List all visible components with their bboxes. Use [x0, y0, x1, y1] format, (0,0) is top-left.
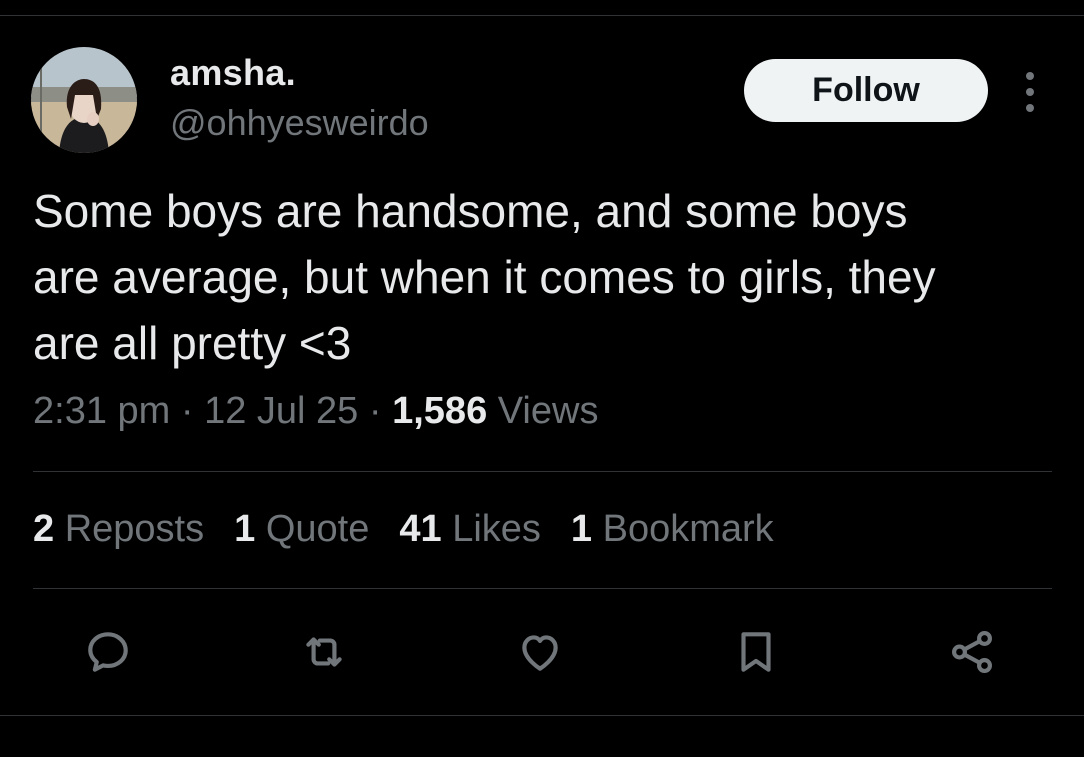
engagement-stats: 2 Reposts 1 Quote 41 Likes 1 Bookmark: [33, 508, 804, 551]
likes-label: Likes: [452, 508, 541, 550]
bookmark-button[interactable]: [726, 622, 786, 682]
user-handle[interactable]: @ohhyesweirdo: [170, 102, 429, 144]
meta-separator: ·: [358, 390, 393, 432]
repost-icon: [306, 637, 342, 667]
stats-top-divider: [33, 471, 1052, 472]
reposts-label: Reposts: [64, 508, 205, 550]
likes-count: 41: [399, 508, 442, 550]
display-name[interactable]: amsha.: [170, 52, 296, 94]
like-icon: [522, 635, 558, 671]
like-button[interactable]: [510, 622, 570, 682]
more-dot: [1026, 88, 1034, 96]
tweet-date[interactable]: 12 Jul 25: [204, 390, 358, 432]
bookmarks-label: Bookmark: [602, 508, 774, 550]
tweet-text: Some boys are handsome, and some boys ar…: [33, 185, 936, 369]
meta-separator: ·: [170, 390, 205, 432]
views-label: Views: [497, 390, 599, 432]
share-icon: [952, 630, 992, 674]
reply-button[interactable]: [78, 622, 138, 682]
actions-top-divider: [33, 588, 1052, 589]
bottom-divider: [0, 715, 1084, 716]
quotes-label: Quote: [265, 508, 370, 550]
avatar[interactable]: [31, 47, 137, 153]
action-bar: [0, 622, 1084, 682]
tweet-time[interactable]: 2:31 pm: [33, 390, 170, 432]
quotes-count: 1: [234, 508, 256, 550]
avatar-image: [31, 47, 137, 153]
reposts-stat[interactable]: 2 Reposts: [33, 508, 204, 551]
top-divider: [0, 15, 1084, 16]
more-dot: [1026, 104, 1034, 112]
reply-icon: [88, 632, 128, 672]
reposts-count: 2: [33, 508, 55, 550]
likes-stat[interactable]: 41 Likes: [399, 508, 541, 551]
bookmark-icon: [741, 632, 771, 672]
follow-button[interactable]: Follow: [744, 59, 988, 122]
bookmarks-stat[interactable]: 1 Bookmark: [571, 508, 774, 551]
more-dot: [1026, 72, 1034, 80]
views-count: 1,586: [392, 390, 488, 432]
share-button[interactable]: [942, 622, 1002, 682]
repost-button[interactable]: [294, 622, 354, 682]
quotes-stat[interactable]: 1 Quote: [234, 508, 369, 551]
more-options-icon[interactable]: [1014, 72, 1046, 112]
bookmarks-count: 1: [570, 508, 593, 550]
tweet-meta: 2:31 pm · 12 Jul 25 · 1,586 Views: [33, 390, 598, 433]
